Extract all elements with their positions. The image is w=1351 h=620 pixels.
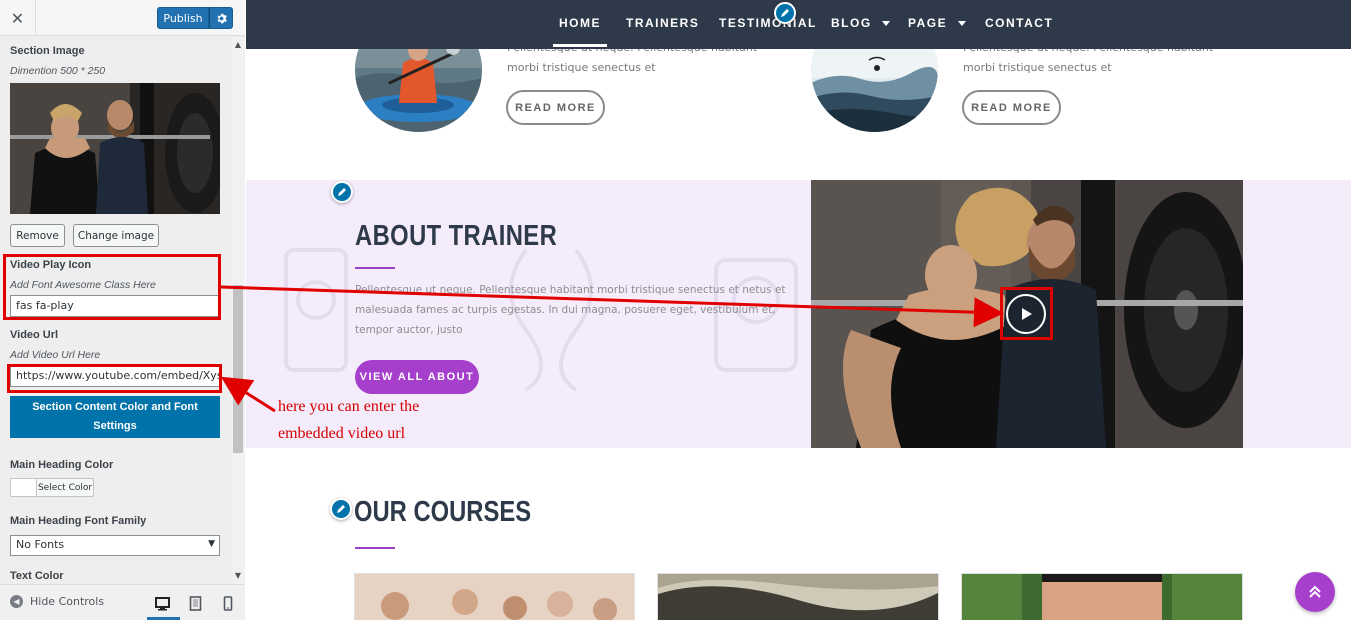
mobile-preview-icon[interactable] — [218, 593, 238, 613]
hide-controls-label: Hide Controls — [30, 595, 105, 608]
edit-menu-pencil-icon[interactable] — [774, 2, 796, 24]
video-url-description: Add Video Url Here — [10, 349, 101, 361]
video-url-label: Video Url — [10, 329, 59, 341]
annotation-line-1: here you can enter the — [278, 398, 420, 415]
scroll-to-top-button[interactable] — [1295, 572, 1335, 612]
nav-contact[interactable]: CONTACT — [985, 16, 1053, 30]
nav-home[interactable]: HOME — [559, 16, 601, 30]
course-card-2[interactable] — [657, 573, 939, 620]
desktop-preview-icon[interactable] — [153, 593, 173, 613]
section-image-preview — [10, 83, 220, 214]
customizer-header: ✕ Publish — [0, 0, 245, 36]
hide-controls-button[interactable]: ◀ Hide Controls — [10, 595, 104, 608]
close-customizer-button[interactable]: ✕ — [0, 0, 36, 36]
main-heading-color-label: Main Heading Color — [10, 459, 114, 471]
about-trainer-title: ABOUT TRAINER — [355, 220, 558, 252]
nav-page[interactable]: PAGE — [908, 16, 947, 30]
video-play-button[interactable] — [1006, 294, 1046, 334]
nav-testimonial[interactable]: TESTIMONIAL — [719, 16, 817, 30]
scroll-down-arrow-icon[interactable]: ▼ — [233, 571, 243, 581]
blog-card-2-read-more[interactable]: READ MORE — [962, 90, 1061, 125]
video-play-icon-description: Add Font Awesome Class Here — [10, 279, 156, 291]
courses-title-underline — [355, 547, 395, 549]
sidebar-scrollbar-thumb[interactable] — [233, 285, 243, 453]
font-select-value: No Fonts — [16, 538, 65, 551]
remove-image-button[interactable]: Remove — [10, 224, 65, 247]
section-content-settings-button[interactable]: Section Content Color and Font Settings — [10, 396, 220, 438]
double-chevron-up-icon — [1309, 585, 1321, 598]
nav-page-caret-icon[interactable] — [958, 21, 966, 26]
edit-courses-pencil-icon[interactable] — [330, 498, 352, 520]
edit-about-pencil-icon[interactable] — [331, 181, 353, 203]
change-image-button[interactable]: Change image — [73, 224, 159, 247]
blog-card-2-text-2: morbi tristique senectus et — [963, 61, 1112, 74]
customizer-panel: Section Image Dimention 500 * 250 Remove — [0, 37, 231, 584]
customizer-sidebar: ✕ Publish Section Image Dimention 500 * … — [0, 0, 245, 620]
main-heading-color-picker[interactable]: Select Color — [10, 478, 94, 497]
main-heading-font-label: Main Heading Font Family — [10, 515, 147, 527]
collapse-arrow-icon: ◀ — [10, 595, 23, 608]
about-title-underline — [355, 267, 395, 269]
site-navigation: HOME TRAINERS TESTIMONIAL BLOG PAGE CONT… — [246, 0, 1351, 49]
gear-icon — [217, 13, 227, 23]
blog-card-1-read-more[interactable]: READ MORE — [506, 90, 605, 125]
select-caret-icon: ▼ — [208, 539, 215, 549]
video-url-input[interactable]: https://www.youtube.com/embed/XysRh — [10, 365, 220, 387]
select-color-label[interactable]: Select Color — [37, 479, 93, 496]
customizer-footer: ◀ Hide Controls — [0, 584, 245, 620]
video-play-icon-label: Video Play Icon — [10, 259, 92, 271]
nav-blog-caret-icon[interactable] — [882, 21, 890, 26]
nav-blog[interactable]: BLOG — [831, 16, 872, 30]
our-courses-title: OUR COURSES — [354, 496, 532, 528]
course-card-1[interactable] — [354, 573, 635, 620]
site-preview: Pellentesque ut neque. Pellentesque habi… — [246, 0, 1351, 620]
nav-home-active-indicator — [553, 44, 607, 47]
text-color-label: Text Color — [10, 570, 64, 582]
tablet-preview-icon[interactable] — [186, 593, 206, 613]
color-swatch[interactable] — [11, 479, 37, 496]
view-all-about-button[interactable]: VIEW ALL ABOUT — [355, 360, 479, 394]
nav-trainers[interactable]: TRAINERS — [626, 16, 699, 30]
scroll-up-arrow-icon[interactable]: ▲ — [233, 40, 243, 50]
main-heading-font-select[interactable]: No Fonts ▼ — [10, 535, 220, 556]
section-image-label: Section Image — [10, 45, 85, 57]
blog-card-1-text-2: morbi tristique senectus et — [507, 61, 656, 74]
section-image-description: Dimention 500 * 250 — [10, 65, 106, 77]
play-icon — [1022, 308, 1032, 320]
publish-settings-button[interactable] — [209, 7, 233, 29]
annotation-text: here you can enter the embedded video ur… — [278, 393, 498, 447]
about-trainer-text: Pellentesque ut neque. Pellentesque habi… — [355, 284, 786, 336]
video-play-icon-input[interactable]: fas fa-play — [10, 295, 220, 317]
annotation-line-2: embedded video url — [278, 425, 406, 442]
course-card-3[interactable] — [961, 573, 1243, 620]
publish-button[interactable]: Publish — [157, 7, 209, 29]
